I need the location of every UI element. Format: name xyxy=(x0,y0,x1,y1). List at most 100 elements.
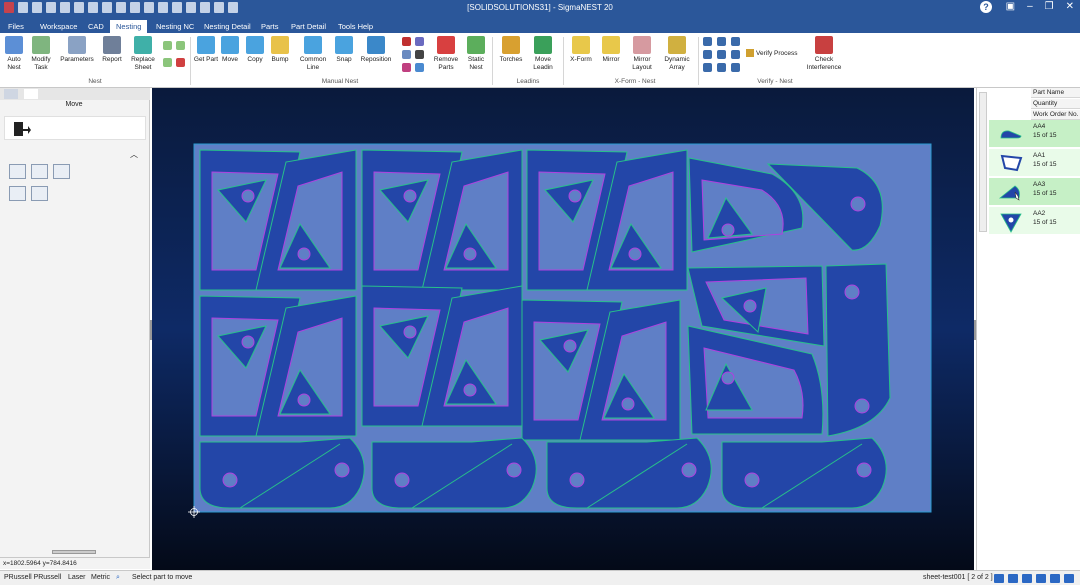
part-row-aa4[interactable]: AA4 15 of 15 xyxy=(989,120,1080,148)
part-aa3-hole[interactable] xyxy=(394,472,410,488)
part-aa3-hole[interactable] xyxy=(850,196,866,212)
move-button[interactable]: Move xyxy=(216,36,244,64)
column-header-quantity[interactable]: Quantity xyxy=(1031,99,1080,109)
part-aa3-hole[interactable] xyxy=(506,462,522,478)
tab-workspace[interactable]: Workspace xyxy=(34,20,83,33)
part-aa3-hole[interactable] xyxy=(854,398,870,414)
collapse-chevron-icon[interactable]: ︿ xyxy=(130,149,138,160)
part-aa2-hole[interactable] xyxy=(568,189,582,203)
next-page-button[interactable] xyxy=(1036,574,1046,583)
part-aa2-hole[interactable] xyxy=(563,339,577,353)
modify-task-button[interactable]: Modify Task xyxy=(27,36,55,71)
last-sheet-button[interactable] xyxy=(1064,574,1074,583)
exit-icon[interactable] xyxy=(11,119,31,139)
mirror-layout-button[interactable]: Mirror Layout xyxy=(627,36,657,71)
nest-small-icon[interactable] xyxy=(176,41,185,50)
x-form-button[interactable]: X-Form xyxy=(567,36,595,64)
nest-canvas[interactable] xyxy=(152,88,974,570)
tab-parts[interactable]: Parts xyxy=(255,20,285,33)
verify-small-icon[interactable] xyxy=(703,63,712,72)
verify-small-icon[interactable] xyxy=(717,37,726,46)
copy-button[interactable]: Copy xyxy=(241,36,269,64)
panel-tab[interactable] xyxy=(4,89,18,99)
part-aa3-hole[interactable] xyxy=(844,284,860,300)
move-mode-tool-icon[interactable] xyxy=(53,164,70,179)
common-line-button[interactable]: Common Line xyxy=(296,36,330,71)
part-aa2-hole[interactable] xyxy=(743,299,757,313)
zoom-icon[interactable]: ⌕ xyxy=(116,574,120,582)
verify-small-icon[interactable] xyxy=(703,50,712,59)
move-mode-tool-icon[interactable] xyxy=(9,164,26,179)
part-aa2-hole[interactable] xyxy=(721,371,735,385)
move-direction-tool-icon[interactable] xyxy=(31,186,48,201)
minimize-icon[interactable]: – xyxy=(1027,1,1033,12)
move-direction-tool-icon[interactable] xyxy=(9,186,26,201)
move-mode-tool-icon[interactable] xyxy=(31,164,48,179)
part-aa2-hole[interactable] xyxy=(241,335,255,349)
part-aa2-hole[interactable] xyxy=(241,189,255,203)
part-aa3-hole[interactable] xyxy=(681,462,697,478)
reposition-button[interactable]: Reposition xyxy=(357,36,395,64)
close-icon[interactable]: ✕ xyxy=(1066,1,1074,12)
verify-small-icon[interactable] xyxy=(717,63,726,72)
tab-part-detail[interactable]: Part Detail xyxy=(285,20,332,33)
snap-button[interactable]: Snap xyxy=(330,36,358,64)
left-splitter-handle[interactable] xyxy=(150,320,152,340)
static-nest-button[interactable]: Static Nest xyxy=(462,36,490,71)
check-interference-button[interactable]: Check Interference xyxy=(805,36,843,71)
remove-parts-button[interactable]: Remove Parts xyxy=(430,36,462,71)
first-sheet-button[interactable] xyxy=(994,574,1004,583)
next-sheet-button[interactable] xyxy=(1050,574,1060,583)
bump-button[interactable]: Bump xyxy=(266,36,294,64)
tab-nesting-detail[interactable]: Nesting Detail xyxy=(198,20,257,33)
mirror-button[interactable]: Mirror xyxy=(597,36,625,64)
tab-cad[interactable]: CAD xyxy=(82,20,110,33)
tab-files[interactable]: Files xyxy=(2,20,30,33)
column-header-work-order[interactable]: Work Order No. xyxy=(1031,110,1080,120)
part-row-aa1[interactable]: AA1 15 of 15 xyxy=(989,149,1080,177)
part-row-aa3[interactable]: AA3 15 of 15 xyxy=(989,178,1080,206)
verify-small-icon[interactable] xyxy=(717,50,726,59)
verify-small-icon[interactable] xyxy=(731,63,740,72)
nest-small-icon[interactable] xyxy=(163,58,172,67)
tab-nesting[interactable]: Nesting xyxy=(110,20,148,33)
torches-button[interactable]: Torches xyxy=(497,36,525,64)
part-aa3-hole[interactable] xyxy=(744,472,760,488)
parameters-button[interactable]: Parameters xyxy=(60,36,94,64)
part-aa2-hole[interactable] xyxy=(463,247,477,261)
part-aa2-hole[interactable] xyxy=(403,325,417,339)
part-aa2-hole[interactable] xyxy=(463,383,477,397)
column-header-part-name[interactable]: Part Name xyxy=(1031,88,1080,98)
dynamic-array-button[interactable]: Dynamic Array xyxy=(661,36,693,71)
manual-nest-small-icon[interactable] xyxy=(415,37,424,46)
part-row-aa2[interactable]: AA2 15 of 15 xyxy=(989,207,1080,235)
auto-nest-button[interactable]: Auto Nest xyxy=(0,36,28,71)
panel-tab-active[interactable] xyxy=(24,89,38,99)
maximize-icon[interactable]: ❐ xyxy=(1045,1,1054,12)
restore-ribbon-icon[interactable]: ▣ xyxy=(1006,1,1015,12)
part-aa2-hole[interactable] xyxy=(621,397,635,411)
replace-sheet-button[interactable]: Replace Sheet xyxy=(129,36,157,71)
manual-nest-small-icon[interactable] xyxy=(415,63,424,72)
nest-small-icon[interactable] xyxy=(176,58,185,67)
prev-sheet-button[interactable] xyxy=(1008,574,1018,583)
part-aa2-hole[interactable] xyxy=(628,247,642,261)
nest-small-icon[interactable] xyxy=(163,41,172,50)
panel-scroll-handle[interactable] xyxy=(52,550,96,554)
manual-nest-small-icon[interactable] xyxy=(402,50,411,59)
verify-small-icon[interactable] xyxy=(731,37,740,46)
verify-process-button[interactable]: Verify Process xyxy=(746,49,798,57)
part-aa2-hole[interactable] xyxy=(297,393,311,407)
help-icon[interactable]: ? xyxy=(980,1,992,13)
verify-small-icon[interactable] xyxy=(703,37,712,46)
move-leadin-button[interactable]: Move Leadin xyxy=(528,36,558,71)
manual-nest-small-icon[interactable] xyxy=(402,63,411,72)
report-button[interactable]: Report xyxy=(98,36,126,64)
part-aa3-hole[interactable] xyxy=(569,472,585,488)
tab-tools-help[interactable]: Tools Help xyxy=(332,20,379,33)
prev-page-button[interactable] xyxy=(1022,574,1032,583)
nest-sheet-drawing[interactable] xyxy=(152,88,974,570)
part-aa2-hole[interactable] xyxy=(403,189,417,203)
manual-nest-small-icon[interactable] xyxy=(415,50,424,59)
tab-nesting-nc[interactable]: Nesting NC xyxy=(150,20,200,33)
